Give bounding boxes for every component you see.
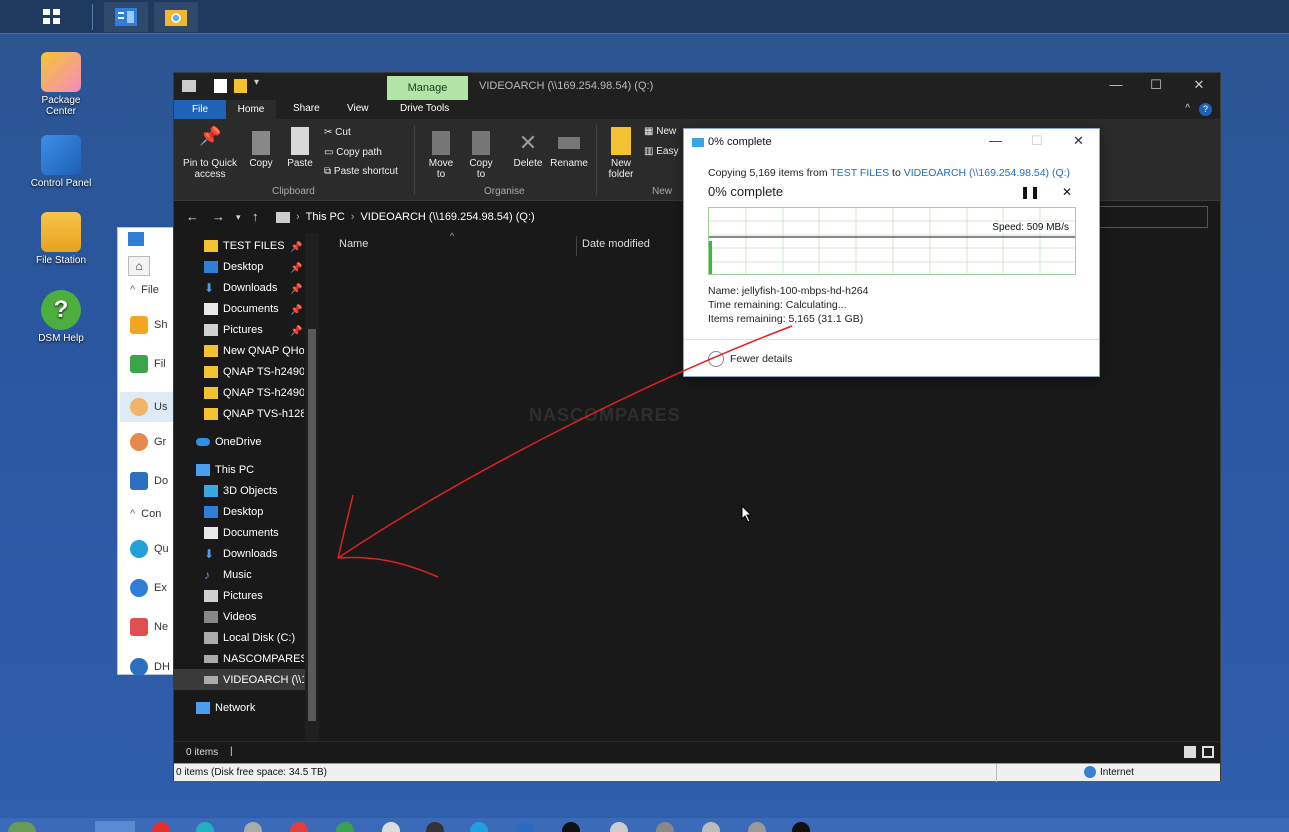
taskbar-app-icon[interactable] (336, 822, 354, 832)
taskbar-app-icon[interactable] (152, 822, 170, 832)
taskbar-app-icon[interactable] (244, 822, 262, 832)
taskbar-app-icon[interactable] (290, 822, 308, 832)
taskbar-app-icon[interactable] (610, 822, 628, 832)
mouse-cursor-icon (741, 505, 753, 523)
taskbar-app-icon[interactable] (748, 822, 766, 832)
taskbar-app-icon[interactable] (382, 822, 400, 832)
taskbar-explorer[interactable] (95, 821, 135, 832)
taskbar-app-icon[interactable] (196, 822, 214, 832)
taskbar-app-icon[interactable] (562, 822, 580, 832)
taskbar-app-icon[interactable] (656, 822, 674, 832)
taskbar-app-icon[interactable] (702, 822, 720, 832)
taskbar-app-icon[interactable] (516, 822, 534, 832)
annotation-arrow (337, 325, 793, 578)
taskbar-app-icon[interactable] (426, 822, 444, 832)
taskbar-app-icon[interactable] (792, 822, 810, 832)
taskbar (0, 818, 1289, 832)
start-icon[interactable] (8, 822, 36, 832)
taskbar-app-icon[interactable] (470, 822, 488, 832)
